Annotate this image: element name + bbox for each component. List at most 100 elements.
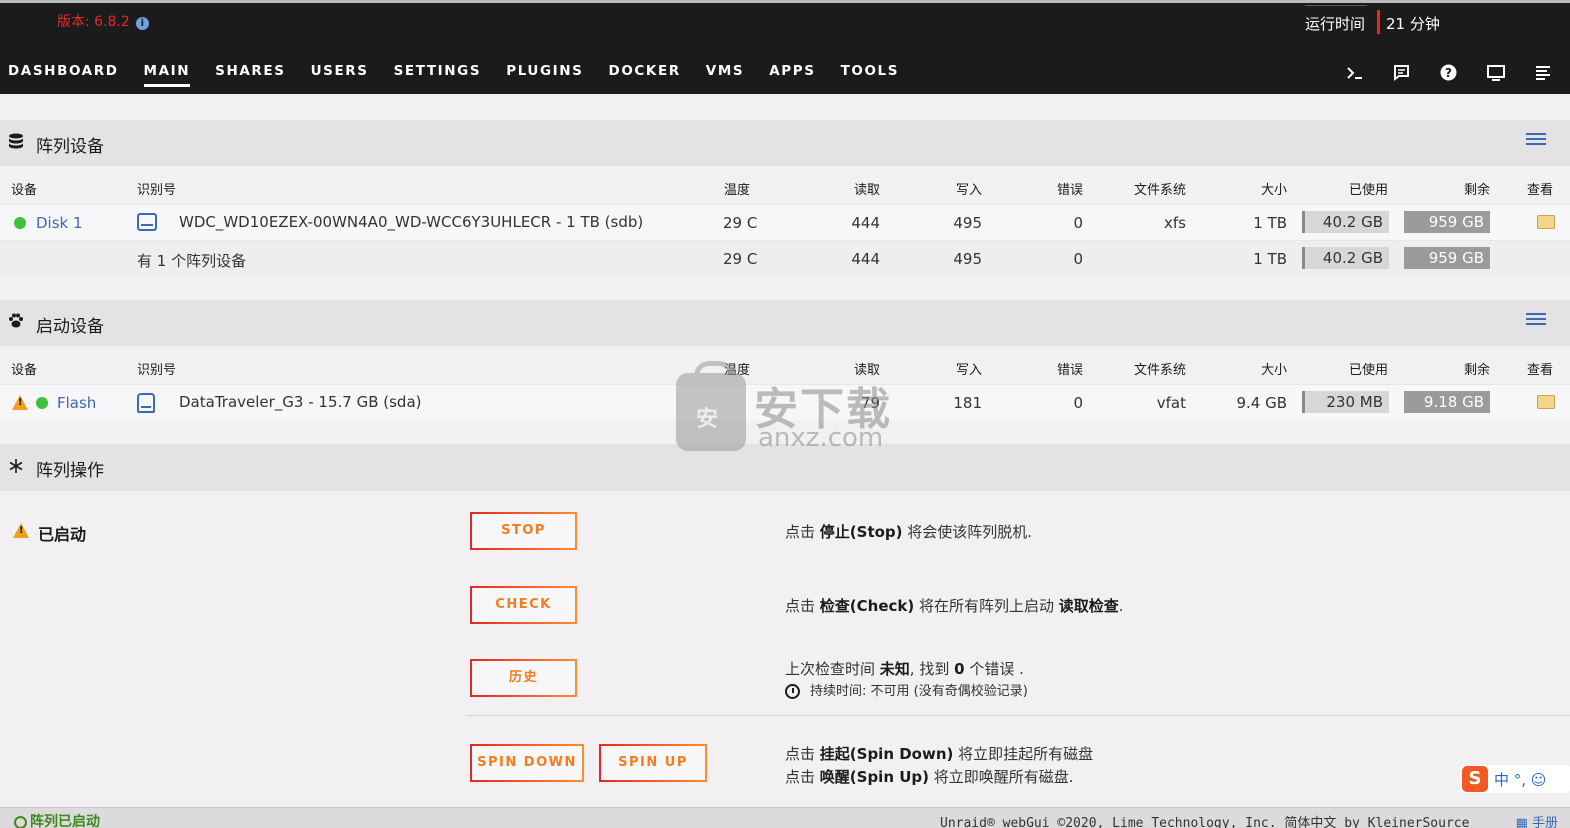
disk1-writes: 495 <box>953 214 982 232</box>
array-operations-title: 阵列操作 <box>36 461 104 481</box>
copyright-text: Unraid® webGui ©2020, Lime Technology, I… <box>940 816 1470 828</box>
nav-shares[interactable]: SHARES <box>215 63 285 87</box>
flash-writes: 181 <box>953 394 982 412</box>
array-operations-panel: 已启动 STOP 点击 停止(Stop) 将会使该阵列脱机. CHECK 点击 … <box>0 491 1570 807</box>
col-errors: 错误 <box>1056 183 1083 198</box>
flash-free-bar: 9.18 GB <box>1404 391 1490 413</box>
status-dot-green <box>14 217 26 229</box>
snowflake-icon <box>8 458 26 476</box>
nav-docker[interactable]: DOCKER <box>609 63 681 87</box>
array-status: 已启动 <box>38 525 87 544</box>
paw-icon <box>8 313 26 331</box>
disk1-fs: xfs <box>1164 214 1186 232</box>
col-temp: 温度 <box>724 183 751 198</box>
spin-down-button[interactable]: SPIN DOWN <box>470 744 584 782</box>
flash-used-bar: 230 MB <box>1302 391 1389 413</box>
stop-button[interactable]: STOP <box>470 512 577 550</box>
summary-used-bar: 40.2 GB <box>1302 247 1389 269</box>
database-icon <box>8 133 26 151</box>
feedback-icon[interactable] <box>1392 63 1411 82</box>
col-identification: 识别号 <box>137 363 177 378</box>
table-row: Disk 1 WDC_WD10EZEX-00WN4A0_WD-WCC6Y3UHL… <box>0 204 1570 240</box>
nav-settings[interactable]: SETTINGS <box>394 63 482 87</box>
spin-down-description: 点击 挂起(Spin Down) 将立即挂起所有磁盘 <box>785 745 1094 763</box>
col-size: 大小 <box>1260 183 1287 198</box>
uptime-value: 21 分钟 <box>1386 15 1440 33</box>
nav-plugins[interactable]: PLUGINS <box>506 63 583 87</box>
version-label: 版本: 6.8.2 i <box>57 11 149 31</box>
disk1-identification: WDC_WD10EZEX-00WN4A0_WD-WCC6Y3UHLECR - 1… <box>179 213 644 231</box>
list-view-icon[interactable] <box>1526 133 1546 149</box>
array-summary-label: 有 1 个阵列设备 <box>137 252 247 270</box>
watermark-domain: anxz.com <box>758 423 884 453</box>
col-device: 设备 <box>11 363 38 378</box>
nav-apps[interactable]: APPS <box>769 63 815 87</box>
ops-divider <box>466 715 1570 716</box>
top-header: 版本: 6.8.2 i 运行时间 21 分钟 DASHBOARD MAIN SHA… <box>0 0 1570 94</box>
summary-reads: 444 <box>851 250 880 268</box>
version-text: 版本: 6.8.2 <box>57 14 130 30</box>
nav-icon-bar: ? <box>1345 63 1552 82</box>
log-icon[interactable] <box>1533 63 1552 82</box>
sogou-logo-icon: S <box>1462 766 1488 792</box>
boot-device-header: 启动设备 <box>0 300 1570 346</box>
svg-text:?: ? <box>1445 66 1452 80</box>
disk1-used-bar: 40.2 GB <box>1302 211 1389 233</box>
disk1-reads: 444 <box>851 214 880 232</box>
flash-size: 9.4 GB <box>1236 394 1287 412</box>
ime-toolbar[interactable]: S 中 °, ☺ <box>1460 765 1570 793</box>
check-button[interactable]: CHECK <box>470 586 577 624</box>
duration-line: 持续时间: 不可用 (没有奇偶校验记录) <box>785 680 1028 699</box>
folder-view-icon[interactable] <box>1537 395 1555 409</box>
history-description: 上次检查时间 未知, 找到 0 个错误 . <box>785 660 1024 678</box>
monitor-icon[interactable] <box>1486 63 1505 82</box>
main-nav: DASHBOARD MAIN SHARES USERS SETTINGS PLU… <box>8 63 924 87</box>
status-dot-green <box>36 397 48 409</box>
col-size: 大小 <box>1260 363 1287 378</box>
disk1-link[interactable]: Disk 1 <box>36 214 83 232</box>
col-free: 剩余 <box>1463 183 1490 198</box>
table-row-summary: 有 1 个阵列设备 29 C 444 495 0 1 TB 40.2 GB 95… <box>0 240 1570 276</box>
disk1-errors: 0 <box>1073 214 1083 232</box>
array-status-footer: 阵列已启动 <box>14 811 100 828</box>
spin-up-button[interactable]: SPIN UP <box>599 744 707 782</box>
nav-dashboard[interactable]: DASHBOARD <box>8 63 119 87</box>
col-fs: 文件系统 <box>1133 183 1186 198</box>
nav-vms[interactable]: VMS <box>706 63 744 87</box>
nav-tools[interactable]: TOOLS <box>841 63 900 87</box>
uptime-separator <box>1377 10 1380 34</box>
play-icon <box>14 815 27 828</box>
check-description: 点击 检查(Check) 将在所有阵列上启动 读取检查. <box>785 597 1124 615</box>
folder-view-icon[interactable] <box>1537 215 1555 229</box>
duration-text: 持续时间: 不可用 (没有奇偶校验记录) <box>810 684 1028 699</box>
disk1-temp: 29 C <box>723 214 758 232</box>
col-used: 已使用 <box>1348 363 1388 378</box>
flash-errors: 0 <box>1073 394 1083 412</box>
info-icon[interactable]: i <box>135 17 149 30</box>
col-view: 查看 <box>1527 183 1554 198</box>
summary-free-bar: 959 GB <box>1404 247 1490 269</box>
history-button[interactable]: 历史 <box>470 659 577 697</box>
help-icon[interactable]: ? <box>1439 63 1458 82</box>
uptime-label: 运行时间 <box>1305 5 1368 33</box>
terminal-icon[interactable] <box>1345 63 1364 82</box>
array-column-headers: 设备 识别号 温度 读取 写入 错误 文件系统 大小 已使用 剩余 查看 <box>0 166 1570 206</box>
flash-link[interactable]: Flash <box>57 394 96 412</box>
harddrive-icon <box>137 213 157 231</box>
col-reads: 读取 <box>853 183 880 198</box>
col-fs: 文件系统 <box>1133 363 1186 378</box>
flash-fs: vfat <box>1156 394 1186 412</box>
clock-icon <box>785 684 800 699</box>
nav-users[interactable]: USERS <box>311 63 369 87</box>
disk1-size: 1 TB <box>1253 214 1287 232</box>
col-used: 已使用 <box>1348 183 1388 198</box>
boot-device-title: 启动设备 <box>36 317 104 337</box>
col-free: 剩余 <box>1463 363 1490 378</box>
manual-link[interactable]: ▦ 手册 <box>1516 812 1558 828</box>
stop-description: 点击 停止(Stop) 将会使该阵列脱机. <box>785 523 1033 541</box>
col-view: 查看 <box>1527 363 1554 378</box>
warning-icon <box>12 395 28 410</box>
nav-main[interactable]: MAIN <box>143 63 191 87</box>
watermark-bag-logo: 安 <box>676 361 746 451</box>
list-view-icon[interactable] <box>1526 313 1546 329</box>
